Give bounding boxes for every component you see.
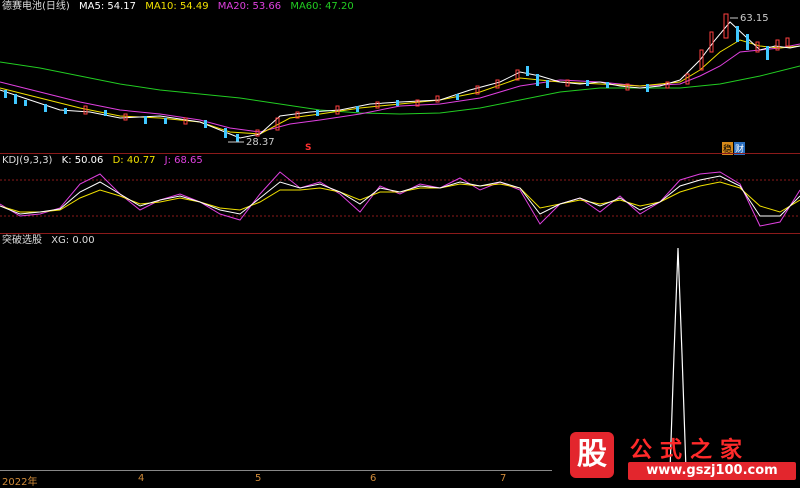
logo-gu-icon: 股: [570, 432, 614, 478]
logo-url: www.gszj100.com: [628, 462, 796, 480]
logo-site-name: 公式之家: [630, 438, 751, 463]
candles: [4, 13, 790, 142]
price-chart[interactable]: [0, 0, 800, 153]
kdj-panel[interactable]: KDJ(9,3,3) K: 50.06 D: 40.77 J: 68.65: [0, 154, 800, 234]
x-label-apr: 4: [138, 473, 145, 484]
high-price-label: 63.15: [740, 13, 769, 24]
kdj-chart[interactable]: [0, 154, 800, 234]
x-label-year: 2022年: [2, 477, 38, 488]
price-panel[interactable]: 德赛电池(日线) MA5: 54.17 MA10: 54.49 MA20: 53…: [0, 0, 800, 155]
x-label-jul: 7: [500, 473, 507, 484]
x-axis-bar: [0, 470, 552, 471]
ma5-line: [0, 21, 800, 139]
low-price-label: 28.37: [246, 137, 275, 148]
s-marker: S: [305, 143, 312, 153]
watermark-logo: 股 公式之家 www.gszj100.com: [562, 432, 798, 484]
ma10-line: [0, 39, 800, 135]
x-label-jun: 6: [370, 473, 377, 484]
x-label-may: 5: [255, 473, 262, 484]
